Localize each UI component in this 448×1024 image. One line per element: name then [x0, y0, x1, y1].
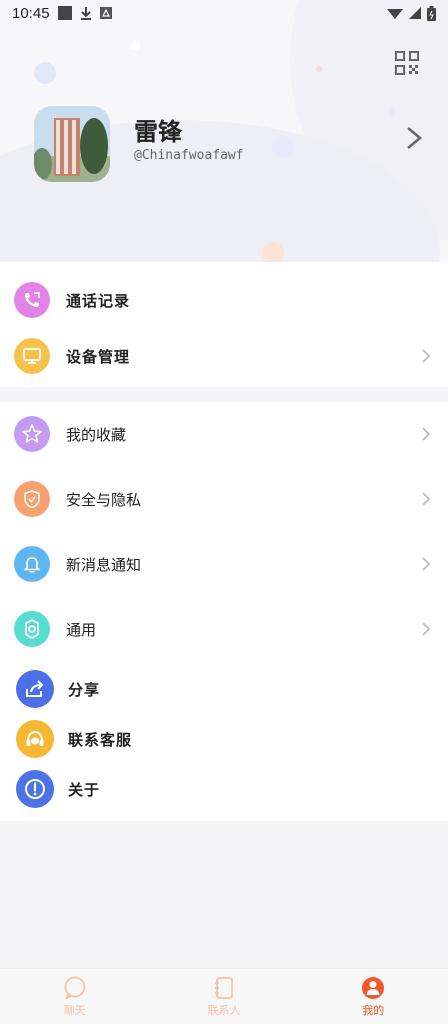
menu-item-share[interactable]: 分享	[0, 661, 448, 717]
download-icon	[80, 7, 91, 20]
tab-contacts[interactable]: 联系人	[149, 969, 298, 1024]
wifi-icon	[387, 9, 403, 19]
tab-mine[interactable]: 我的	[299, 969, 448, 1024]
signal-icon	[409, 7, 421, 19]
qr-code-icon	[395, 51, 419, 75]
decoration-dot	[316, 66, 322, 72]
monitor-icon	[14, 338, 50, 374]
headset-icon	[16, 720, 54, 758]
battery-icon	[427, 5, 436, 21]
gear-icon	[14, 611, 50, 647]
menu-item-label: 新消息通知	[66, 555, 142, 574]
menu-item-general[interactable]: 通用	[0, 601, 448, 657]
phone-icon	[14, 282, 50, 318]
bell-icon	[14, 546, 50, 582]
qr-code-button[interactable]	[394, 50, 420, 76]
avatar-photo	[34, 106, 110, 182]
menu-item-call-history[interactable]: 通话记录	[0, 272, 448, 328]
profile-name: 雷锋	[134, 118, 182, 146]
menu-item-label: 我的收藏	[66, 425, 127, 444]
chevron-right-icon	[422, 427, 431, 441]
menu-item-customer-service[interactable]: 联系客服	[0, 711, 448, 767]
profile-card[interactable]: 雷锋 @Chinafwoafawf	[34, 106, 424, 186]
star-icon	[14, 416, 50, 452]
tab-label: 联系人	[207, 1003, 241, 1017]
status-time: 10:45	[12, 4, 50, 22]
decoration-dot	[34, 62, 56, 84]
menu-group-secondary: 我的收藏 安全与隐私 新消息通知 通用 分享 联系客服 关于	[0, 402, 448, 821]
app-notification-icon	[99, 7, 112, 19]
contacts-icon	[214, 976, 233, 999]
chevron-right-icon	[422, 557, 431, 571]
notification-icon	[57, 6, 72, 20]
chevron-right-icon[interactable]	[404, 124, 424, 152]
bottom-navigation: 聊天 联系人 我的	[0, 968, 448, 1024]
tab-label: 我的	[362, 1003, 385, 1017]
chevron-right-icon	[422, 622, 431, 636]
share-icon	[16, 670, 54, 708]
menu-item-label: 安全与隐私	[66, 490, 142, 509]
menu-item-label: 关于	[68, 780, 101, 799]
menu-item-label: 联系客服	[68, 730, 133, 749]
tab-label: 聊天	[63, 1003, 86, 1017]
menu-item-label: 通用	[66, 620, 97, 639]
menu-item-label: 设备管理	[66, 347, 131, 366]
menu-item-device-management[interactable]: 设备管理	[0, 328, 448, 384]
menu-item-about[interactable]: 关于	[0, 761, 448, 817]
menu-item-label: 通话记录	[66, 291, 131, 310]
chevron-right-icon	[422, 492, 431, 506]
profile-header: 雷锋 @Chinafwoafawf	[0, 0, 448, 262]
decoration-dot	[130, 40, 140, 50]
menu-group-primary: 通话记录 设备管理	[0, 262, 448, 387]
menu-item-favorites[interactable]: 我的收藏	[0, 406, 448, 462]
decoration-dot	[262, 242, 284, 262]
menu-item-label: 分享	[68, 680, 101, 699]
person-icon	[362, 976, 385, 999]
chat-icon	[64, 976, 86, 1000]
shield-icon	[14, 481, 50, 517]
info-icon	[16, 770, 54, 808]
menu-item-security-privacy[interactable]: 安全与隐私	[0, 471, 448, 527]
menu-item-message-notifications[interactable]: 新消息通知	[0, 536, 448, 592]
status-bar: 10:45	[0, 0, 448, 26]
avatar[interactable]	[34, 106, 110, 182]
chevron-right-icon	[422, 349, 431, 363]
tab-chat[interactable]: 聊天	[0, 969, 149, 1024]
profile-handle: @Chinafwoafawf	[134, 148, 244, 163]
